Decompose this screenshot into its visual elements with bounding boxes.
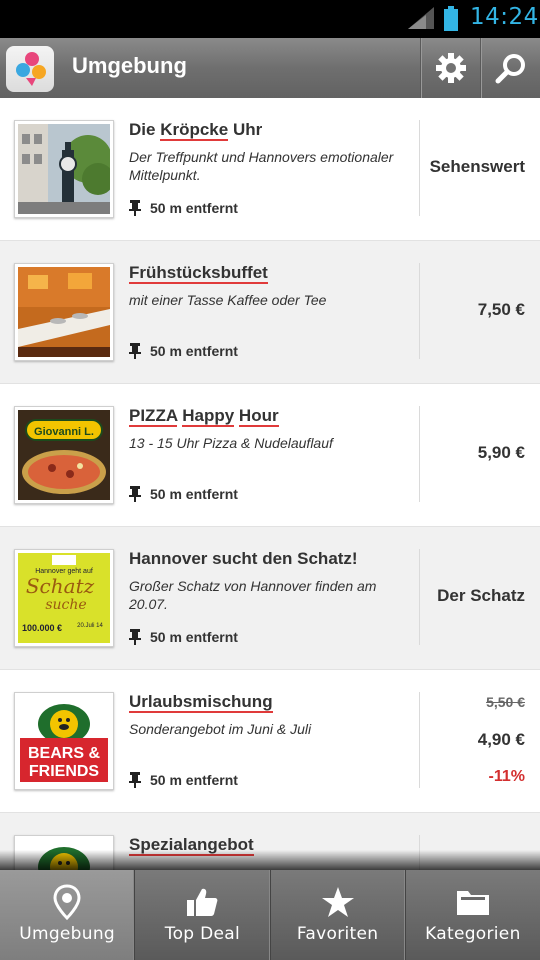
page-title: Umgebung bbox=[72, 53, 187, 78]
tab-label: Kategorien bbox=[425, 924, 521, 944]
item-description: mit einer Tasse Kaffee oder Tee bbox=[129, 292, 327, 308]
item-price: 5,90 € bbox=[477, 443, 525, 462]
thumbs-up-icon bbox=[187, 888, 218, 916]
old-price: 5,50 € bbox=[486, 694, 525, 710]
list-item[interactable]: Frühstücksbuffet mit einer Tasse Kaffee … bbox=[0, 241, 540, 384]
status-time: 14:24 bbox=[470, 4, 539, 30]
pizza-logo: Giovanni L. bbox=[14, 406, 114, 504]
svg-text:BEARS &: BEARS & bbox=[28, 745, 100, 762]
svg-text:FRIENDS: FRIENDS bbox=[29, 763, 100, 780]
star-icon bbox=[321, 887, 354, 917]
svg-text:Schatz: Schatz bbox=[26, 574, 95, 598]
divider bbox=[419, 406, 420, 502]
divider bbox=[419, 692, 420, 788]
item-distance: 50 m entfernt bbox=[129, 629, 238, 645]
item-title[interactable]: Urlaubsmischung bbox=[129, 692, 273, 713]
item-title[interactable]: Hannover sucht den Schatz! bbox=[129, 549, 358, 569]
clock-tower-photo bbox=[14, 120, 114, 218]
item-description: 13 - 15 Uhr Pizza & Nudelauflauf bbox=[129, 435, 333, 451]
item-price: 4,90 € bbox=[477, 730, 525, 749]
divider bbox=[419, 549, 420, 645]
svg-text:Giovanni L.: Giovanni L. bbox=[34, 426, 94, 438]
tab-label: Favoriten bbox=[296, 924, 379, 944]
tab-umgebung[interactable]: Umgebung bbox=[0, 870, 136, 960]
list-item[interactable]: BEARS & FRIENDS Urlaubsmischung Sonderan… bbox=[0, 670, 540, 813]
action-bar: Umgebung bbox=[0, 38, 540, 98]
item-description: Sonderangebot im Juni & Juli bbox=[129, 721, 312, 737]
item-distance: 50 m entfernt bbox=[129, 486, 238, 502]
pin-icon bbox=[129, 200, 141, 216]
svg-text:100.000 €: 100.000 € bbox=[22, 623, 62, 633]
tab-top-deal[interactable]: Top Deal bbox=[135, 870, 271, 960]
search-button[interactable] bbox=[480, 38, 540, 98]
discount-badge: -11% bbox=[488, 768, 525, 785]
map-balloon-app-icon[interactable] bbox=[6, 46, 54, 92]
item-title[interactable]: Die Kröpcke Uhr bbox=[129, 120, 262, 141]
item-price: 7,50 € bbox=[477, 300, 525, 319]
svg-text:suche: suche bbox=[45, 597, 86, 613]
folder-icon bbox=[456, 891, 489, 915]
tab-kategorien[interactable]: Kategorien bbox=[406, 870, 540, 960]
pin-icon bbox=[129, 486, 141, 502]
list-item[interactable]: Die Kröpcke Uhr Der Treffpunkt und Hanno… bbox=[0, 98, 540, 241]
list-item[interactable]: Giovanni L. PIZZA Happy Hour 13 - 15 Uhr… bbox=[0, 384, 540, 527]
location-pin-icon bbox=[53, 884, 81, 920]
pin-icon bbox=[129, 629, 141, 645]
item-description: Der Treffpunkt und Hannovers emotionaler… bbox=[129, 149, 394, 183]
poi-list[interactable]: Die Kröpcke Uhr Der Treffpunkt und Hanno… bbox=[0, 98, 540, 870]
search-icon bbox=[495, 54, 525, 84]
signal-icon bbox=[408, 7, 434, 29]
treasure-hunt-poster: Hannover geht auf Schatz suche 100.000 €… bbox=[14, 549, 114, 647]
item-title[interactable]: PIZZA Happy Hour bbox=[129, 406, 279, 427]
item-distance: 50 m entfernt bbox=[129, 343, 238, 359]
tab-label: Top Deal bbox=[164, 924, 240, 944]
divider bbox=[419, 120, 420, 216]
item-category: Sehenswert bbox=[429, 157, 525, 176]
settings-button[interactable] bbox=[420, 38, 480, 98]
tab-label: Umgebung bbox=[19, 924, 116, 944]
list-item[interactable]: Hannover geht auf Schatz suche 100.000 €… bbox=[0, 527, 540, 670]
bottom-tab-bar: Umgebung Top Deal Favoriten Kategorien bbox=[0, 870, 540, 960]
svg-text:20.Juli 14: 20.Juli 14 bbox=[77, 623, 103, 629]
battery-icon bbox=[444, 6, 458, 31]
item-category: Der Schatz bbox=[437, 586, 525, 605]
list-fade bbox=[0, 850, 540, 870]
bears-friends-logo: BEARS & FRIENDS bbox=[14, 692, 114, 790]
pin-icon bbox=[129, 772, 141, 788]
item-title[interactable]: Frühstücksbuffet bbox=[129, 263, 268, 284]
buffet-photo bbox=[14, 263, 114, 361]
gear-icon bbox=[435, 53, 466, 83]
item-description: Großer Schatz von Hannover finden am 20.… bbox=[129, 578, 377, 612]
item-distance: 50 m entfernt bbox=[129, 200, 238, 216]
divider bbox=[419, 263, 420, 359]
item-distance: 50 m entfernt bbox=[129, 772, 238, 788]
status-bar: 14:24 bbox=[0, 0, 540, 38]
tab-favoriten[interactable]: Favoriten bbox=[271, 870, 406, 960]
pin-icon bbox=[129, 343, 141, 359]
